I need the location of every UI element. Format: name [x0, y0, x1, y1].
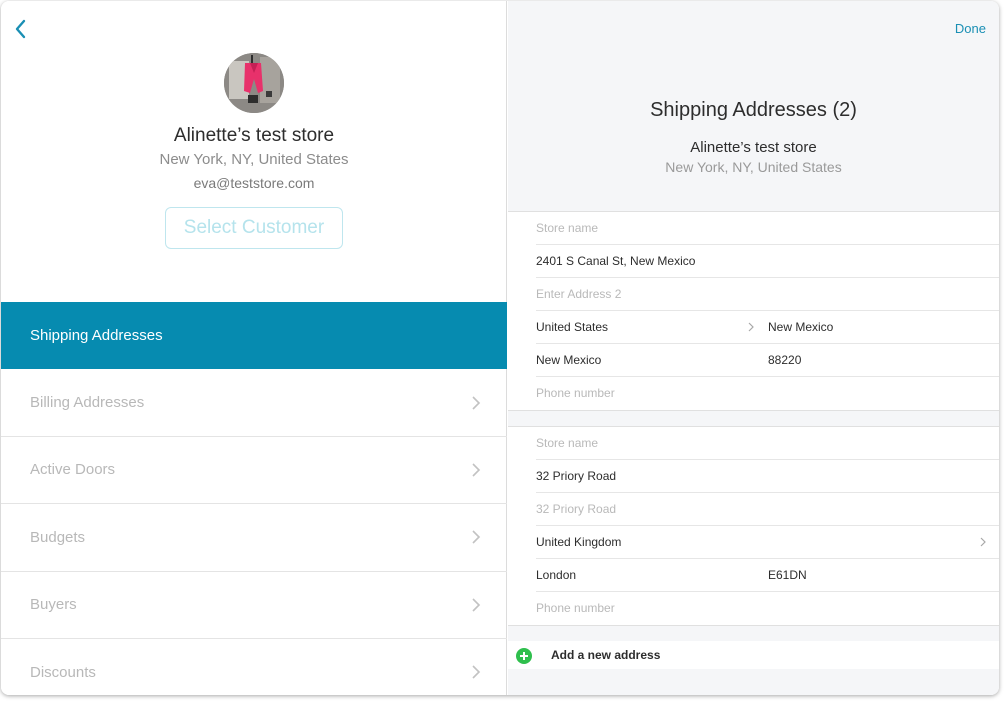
address2-placeholder: Enter Address 2 [536, 287, 622, 301]
store-name-field[interactable]: Store name [536, 427, 999, 460]
menu-item-buyers[interactable]: Buyers [1, 572, 507, 639]
chevron-right-icon [472, 463, 481, 477]
address2-placeholder: 32 Priory Road [536, 502, 617, 516]
back-button[interactable] [11, 15, 31, 43]
address2-field[interactable]: 32 Priory Road [536, 493, 999, 526]
city-field[interactable]: London [536, 559, 576, 592]
menu-item-label: Active Doors [30, 461, 116, 479]
done-button[interactable]: Done [955, 21, 986, 36]
menu-item-budgets[interactable]: Budgets [1, 504, 507, 572]
chevron-right-icon [472, 396, 481, 410]
customer-email: eva@teststore.com [193, 175, 315, 191]
address-card: Store name 2401 S Canal St, New Mexico E… [508, 211, 999, 411]
state-select[interactable]: New Mexico [768, 311, 833, 344]
select-customer-button[interactable]: Select Customer [165, 207, 343, 249]
chevron-left-icon [15, 19, 26, 39]
city-field[interactable]: New Mexico [536, 344, 601, 377]
customer-menu: Shipping Addresses Billing Addresses Act… [1, 302, 507, 695]
menu-item-label: Shipping Addresses [30, 327, 163, 345]
country-select: United Kingdom [536, 535, 622, 549]
menu-item-discounts[interactable]: Discounts [1, 639, 507, 695]
add-address-button[interactable]: Add a new address [508, 641, 999, 669]
app-window: Alinette’s test store New York, NY, Unit… [1, 1, 999, 695]
address1-field[interactable]: 2401 S Canal St, New Mexico [536, 245, 999, 278]
phone-placeholder: Phone number [536, 386, 615, 400]
country-state-row: United States New Mexico [536, 311, 999, 344]
menu-item-label: Discounts [30, 663, 96, 681]
country-select[interactable]: United States [536, 311, 608, 344]
city-zip-row: London E61DN [536, 559, 999, 592]
shipping-addresses-panel: Done Shipping Addresses (2) Alinette’s t… [508, 1, 999, 695]
chevron-right-icon [980, 537, 986, 547]
address2-field[interactable]: Enter Address 2 [536, 278, 999, 311]
chevron-right-icon [748, 322, 754, 332]
menu-item-label: Buyers [30, 596, 77, 614]
zip-field[interactable]: E61DN [768, 559, 807, 592]
avatar [224, 53, 284, 113]
add-address-label: Add a new address [551, 648, 661, 662]
address-card: Store name 32 Priory Road 32 Priory Road… [508, 426, 999, 626]
phone-field[interactable]: Phone number [536, 377, 999, 410]
plus-circle-icon [516, 648, 532, 664]
menu-item-label: Billing Addresses [30, 394, 145, 412]
chevron-right-icon [472, 598, 481, 612]
store-name-placeholder: Store name [536, 436, 599, 450]
page-title: Shipping Addresses (2) [650, 99, 857, 121]
menu-item-label: Budgets [30, 528, 86, 546]
chevron-right-icon [472, 665, 481, 679]
zip-field[interactable]: 88220 [768, 344, 801, 377]
menu-item-billing-addresses[interactable]: Billing Addresses [1, 369, 507, 437]
store-location: New York, NY, United States [665, 159, 842, 175]
customer-panel: Alinette’s test store New York, NY, Unit… [1, 1, 507, 695]
customer-location: New York, NY, United States [159, 151, 349, 168]
store-name-placeholder: Store name [536, 221, 599, 235]
phone-placeholder: Phone number [536, 601, 615, 615]
chevron-right-icon [472, 530, 481, 544]
store-name-field[interactable]: Store name [536, 212, 999, 245]
menu-item-shipping-addresses[interactable]: Shipping Addresses [1, 302, 507, 370]
phone-field[interactable]: Phone number [536, 592, 999, 625]
store-name-heading: Alinette’s test store [690, 139, 817, 156]
address1-field[interactable]: 32 Priory Road [536, 460, 999, 493]
address1-value: 2401 S Canal St, New Mexico [536, 254, 696, 268]
country-row[interactable]: United Kingdom [536, 526, 999, 559]
address1-value: 32 Priory Road [536, 469, 617, 483]
city-zip-row: New Mexico 88220 [536, 344, 999, 377]
menu-item-active-doors[interactable]: Active Doors [1, 437, 507, 505]
customer-name: Alinette’s test store [173, 125, 335, 146]
